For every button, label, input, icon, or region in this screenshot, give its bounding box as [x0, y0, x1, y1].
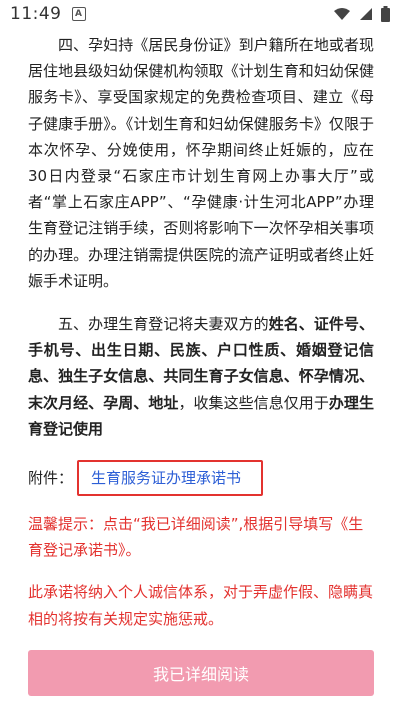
status-bar: 11:49 A [0, 0, 400, 28]
status-left: 11:49 A [10, 4, 86, 24]
signal-icon [360, 8, 372, 20]
content-area: 四、孕妇持《居民身份证》到户籍所在地或者现居住地县级妇幼保健机构领取《计划生育和… [28, 32, 374, 632]
battery-icon [381, 6, 390, 22]
paragraph-five-middle: ，收集这些信息仅用于 [178, 393, 329, 412]
attachment-label: 附件： [28, 468, 74, 487]
notification-a-icon: A [71, 7, 86, 21]
tip-text: 温馨提示：点击“我已详细阅读”,根据引导填写《生育登记承诺书》。 [28, 515, 364, 560]
attachment-link[interactable]: 生育服务证办理承诺书 [91, 465, 241, 491]
warning-text: 此承诺将纳入个人诚信体系，对于弄虚作假、隐瞒真相的将按有关规定实施惩戒。 [28, 583, 374, 628]
status-time: 11:49 [10, 4, 62, 24]
status-right [333, 6, 390, 22]
attachment-link-box[interactable]: 生育服务证办理承诺书 [77, 460, 264, 497]
wifi-icon [334, 8, 350, 20]
attachment-row: 附件： 生育服务证办理承诺书 [28, 459, 374, 497]
paragraph-four: 四、孕妇持《居民身份证》到户籍所在地或者现居住地县级妇幼保健机构领取《计划生育和… [28, 36, 374, 290]
paragraph-five-intro: 五、办理生育登记将夫妻双方的 [58, 315, 269, 334]
read-confirm-button[interactable]: 我已详细阅读 [28, 650, 374, 696]
paragraph-five: 五、办理生育登记将夫妻双方的姓名、证件号、手机号、出生日期、民族、户口性质、婚姻… [28, 311, 374, 442]
